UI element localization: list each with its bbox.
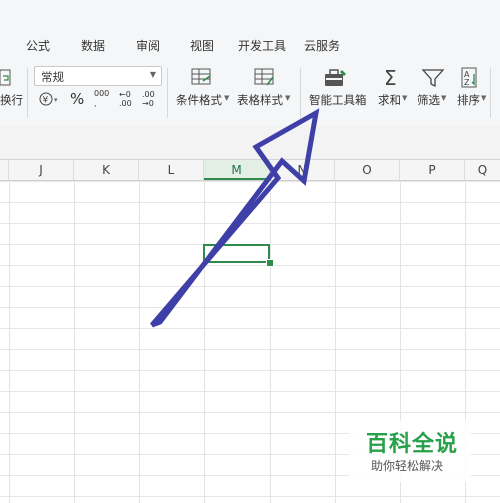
- watermark: 百科全说 助你轻松解决: [349, 420, 471, 482]
- watermark-title: 百科全说: [366, 432, 459, 457]
- watermark-subtitle: 助你轻松解决: [371, 459, 444, 473]
